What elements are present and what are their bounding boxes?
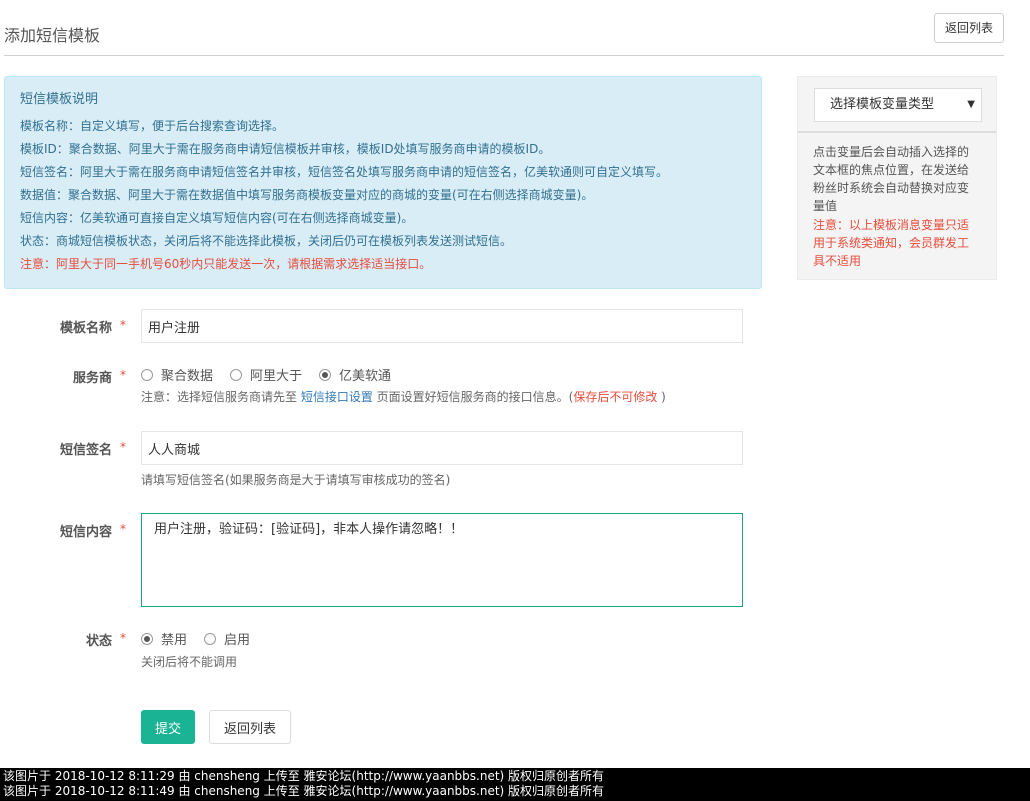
provider-help-warning: 保存后不可修改 (573, 390, 658, 404)
instructions-line: 短信内容：亿美软通可直接自定义填写短信内容(可在右侧选择商城变量)。 (20, 211, 414, 225)
page-header: 添加短信模板 返回列表 (4, 13, 1004, 56)
side-divider (798, 131, 996, 133)
signature-input[interactable] (141, 431, 743, 465)
radio-dot-selected (141, 632, 153, 645)
provider-radio-group: 聚合数据 阿里大于 亿美软通 (141, 365, 408, 384)
back-to-list-button[interactable]: 返回列表 (209, 710, 291, 744)
instructions-line: 数据值：聚合数据、阿里大于需在数据值中填写服务商模板变量对应的商城的变量(可在右… (20, 188, 594, 202)
radio-dot (204, 632, 217, 645)
instructions-line: 模板名称：自定义填写，便于后台搜索查询选择。 (20, 119, 285, 133)
required-mark: * (120, 440, 126, 454)
content-label: 短信内容 (59, 525, 112, 540)
instructions-warning: 注意：阿里大于同一手机号60秒内只能发送一次，请根据需求选择适当接口。 (20, 257, 432, 271)
side-warning: 注意：以上模板消息变量只适用于系统类通知，会员群发工具不适用 (813, 218, 970, 268)
back-to-list-button-top[interactable]: 返回列表 (933, 13, 1004, 43)
sms-content-textarea[interactable]: 用户注册，验证码：[验证码]，非本人操作请忽略！！ (141, 513, 743, 607)
provider-radio-alidayu[interactable]: 阿里大于 (230, 365, 302, 384)
instructions-line: 状态：商城短信模板状态，关闭后将不能选择此模板，关闭后仍可在模板列表发送测试短信… (20, 234, 513, 248)
radio-label: 亿美软通 (339, 369, 392, 384)
page-title: 添加短信模板 (4, 26, 101, 45)
provider-help-prefix: 注意：选择短信服务商请先至 (141, 390, 301, 404)
watermark-line: 该图片于 2018-10-12 8:11:49 由 chensheng 上传至 … (3, 784, 605, 798)
submit-button[interactable]: 提交 (141, 710, 195, 744)
sms-api-settings-link[interactable]: 短信接口设置 (301, 390, 373, 404)
instructions-line: 模板ID：聚合数据、阿里大于需在服务商申请短信模板并审核，模板ID处填写服务商申… (20, 142, 551, 156)
provider-radio-yimei[interactable]: 亿美软通 (319, 365, 391, 384)
radio-dot (141, 368, 153, 381)
status-help: 关闭后将不能调用 (141, 655, 238, 669)
provider-label: 服务商 (72, 371, 112, 386)
radio-label: 阿里大于 (250, 369, 303, 384)
radio-dot (230, 368, 243, 381)
caret-down-icon: ▼ (967, 99, 975, 110)
required-mark: * (120, 522, 126, 536)
instructions-line: 短信签名：阿里大于需在服务商申请短信签名并审核，短信签名处填写服务商申请的短信签… (20, 165, 669, 179)
status-radio-group: 禁用 启用 (141, 629, 267, 648)
provider-radio-juhe[interactable]: 聚合数据 (141, 365, 213, 384)
status-radio-enabled[interactable]: 启用 (204, 629, 250, 648)
radio-dot-selected (319, 368, 332, 381)
provider-help: 注意：选择短信服务商请先至 短信接口设置 页面设置好短信服务商的接口信息。(保存… (141, 388, 666, 405)
radio-label: 启用 (224, 633, 251, 648)
variable-type-select-label: 选择模板变量类型 (830, 97, 935, 112)
variable-type-select[interactable]: 选择模板变量类型 ▼ (814, 88, 982, 122)
upload-watermark-bar: 该图片于 2018-10-12 8:11:29 由 chensheng 上传至 … (0, 768, 1030, 801)
provider-help-suffix: ) (657, 390, 666, 404)
signature-label: 短信签名 (59, 443, 112, 458)
variable-side-panel: 选择模板变量类型 ▼ 点击变量后会自动插入选择的文本框的焦点位置，在发送给粉丝时… (797, 76, 997, 280)
provider-help-middle: 页面设置好短信服务商的接口信息。( (372, 390, 574, 404)
template-name-input[interactable] (141, 309, 743, 343)
template-name-label: 模板名称 (59, 321, 112, 336)
side-description: 点击变量后会自动插入选择的文本框的焦点位置，在发送给粉丝时系统会自动替换对应变量… (813, 145, 970, 213)
radio-label: 禁用 (161, 633, 188, 648)
template-instructions-box: 短信模板说明 模板名称：自定义填写，便于后台搜索查询选择。 模板ID：聚合数据、… (4, 76, 762, 289)
status-radio-disabled[interactable]: 禁用 (141, 629, 187, 648)
required-mark: * (120, 368, 126, 382)
required-mark: * (120, 318, 126, 332)
status-label: 状态 (85, 634, 112, 649)
radio-label: 聚合数据 (161, 369, 214, 384)
signature-help: 请填写短信签名(如果服务商是大于请填写审核成功的签名) (141, 473, 451, 487)
instructions-title: 短信模板说明 (20, 92, 99, 107)
watermark-line: 该图片于 2018-10-12 8:11:29 由 chensheng 上传至 … (3, 769, 605, 783)
required-mark: * (120, 631, 126, 645)
